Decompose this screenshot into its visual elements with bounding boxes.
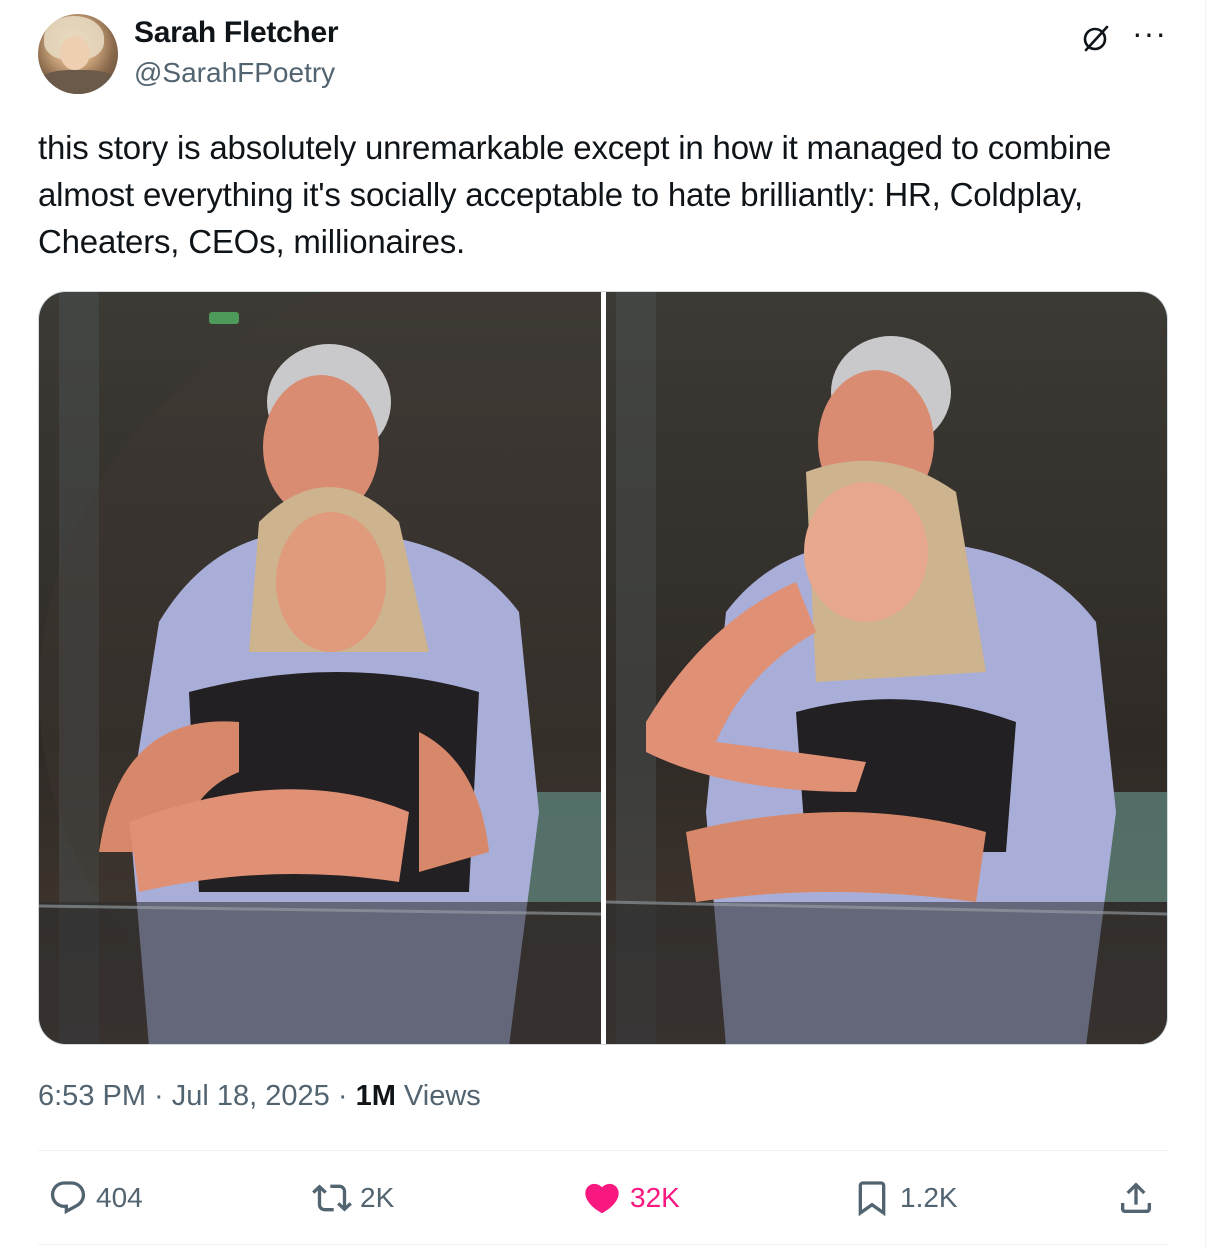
bookmark-count: 1.2K (900, 1182, 958, 1213)
tweet-card: Sarah Fletcher @SarahFPoetry ··· this st… (0, 0, 1206, 1248)
avatar[interactable] (38, 14, 118, 94)
author-handle[interactable]: @SarahFPoetry (134, 57, 335, 89)
share-icon (1116, 1178, 1156, 1218)
repost-count: 2K (360, 1182, 395, 1213)
author-name[interactable]: Sarah Fletcher (134, 16, 339, 50)
bookmark-button[interactable]: 1.2K (852, 1176, 958, 1220)
tweet-time[interactable]: 6:53 PM (38, 1080, 146, 1112)
views-label: Views (395, 1080, 481, 1112)
reply-button[interactable]: 404 (48, 1176, 143, 1220)
views-count: 1M (355, 1080, 396, 1112)
tweet-date[interactable]: Jul 18, 2025 (172, 1080, 330, 1112)
heart-icon (582, 1178, 622, 1218)
photo-left[interactable] (39, 292, 601, 1044)
repost-button[interactable]: 2K (312, 1176, 394, 1220)
tweet-media[interactable] (38, 291, 1168, 1045)
like-count: 32K (630, 1182, 680, 1213)
like-button[interactable]: 32K (582, 1176, 680, 1220)
divider-top (38, 1150, 1168, 1151)
repost-icon (312, 1178, 352, 1218)
more-icon[interactable]: ··· (1132, 17, 1168, 49)
share-button[interactable] (1116, 1176, 1156, 1220)
bookmark-icon (852, 1178, 892, 1218)
avatar-face (60, 36, 90, 70)
reply-count: 404 (96, 1182, 143, 1213)
meta-separator-1: · (146, 1080, 172, 1112)
divider-bottom (38, 1244, 1168, 1245)
tweet-text: this story is absolutely unremarkable ex… (38, 129, 1112, 260)
avatar-shoulder (38, 70, 118, 94)
tweet-meta: 6:53 PM · Jul 18, 2025 · 1M Views (38, 1080, 481, 1113)
grok-icon[interactable] (1080, 22, 1112, 54)
photo-right[interactable] (606, 292, 1167, 1044)
meta-separator-2: · (329, 1080, 356, 1112)
reply-icon (48, 1178, 88, 1218)
